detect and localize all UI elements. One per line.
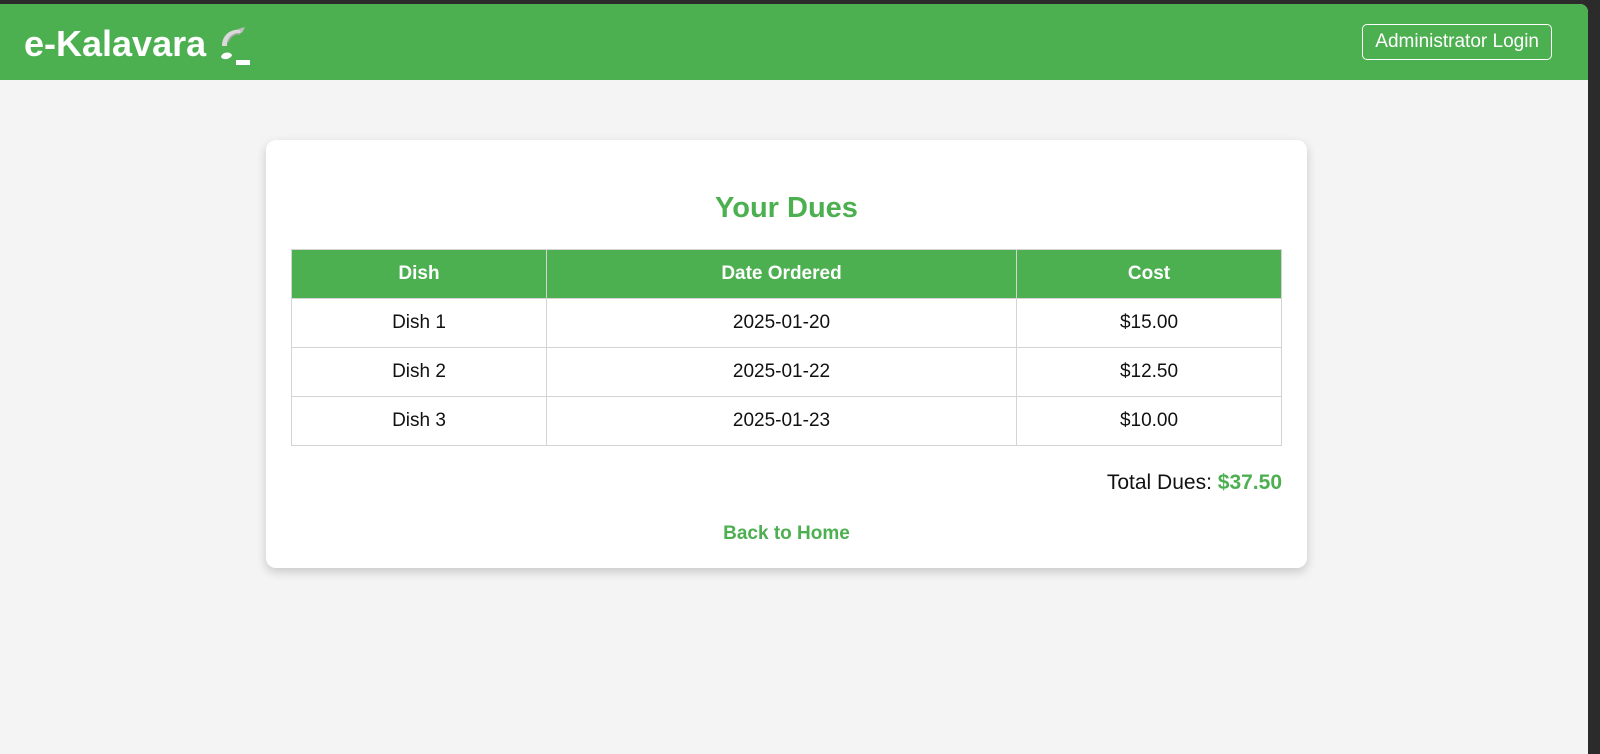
- total-dues: Total Dues: $37.50: [1107, 471, 1282, 495]
- dues-table: Dish Date Ordered Cost Dish 1 2025-01-20…: [291, 249, 1282, 446]
- dish-cell: Dish 1: [291, 298, 547, 348]
- dues-card: Your Dues Dish Date Ordered Cost Dish 1 …: [266, 140, 1307, 568]
- brand-name: e-Kalavara: [24, 23, 207, 64]
- column-header-date-ordered: Date Ordered: [546, 249, 1017, 299]
- column-header-cost: Cost: [1016, 249, 1282, 299]
- brand[interactable]: e-Kalavara: [24, 22, 252, 66]
- app-window: e-Kalavara Administrator Login Your Dues…: [0, 4, 1588, 754]
- top-navbar: e-Kalavara Administrator Login: [0, 4, 1588, 80]
- column-header-dish: Dish: [291, 249, 547, 299]
- table-row: Dish 1 2025-01-20 $15.00: [291, 298, 1282, 348]
- date-cell: 2025-01-20: [546, 298, 1017, 348]
- total-dues-label: Total Dues:: [1106, 471, 1212, 494]
- page-title: Your Dues: [715, 192, 858, 224]
- table-row: Dish 3 2025-01-23 $10.00: [291, 396, 1282, 446]
- dish-cell: Dish 3: [291, 396, 547, 446]
- date-cell: 2025-01-23: [546, 396, 1017, 446]
- administrator-login-button[interactable]: Administrator Login: [1362, 24, 1552, 60]
- dish-cell: Dish 2: [291, 347, 547, 397]
- back-to-home-link[interactable]: Back to Home: [266, 523, 1307, 545]
- date-cell: 2025-01-22: [546, 347, 1017, 397]
- cost-cell: $15.00: [1016, 298, 1282, 348]
- wrapped-food-icon: [221, 27, 251, 65]
- cost-cell: $10.00: [1016, 396, 1282, 446]
- table-row: Dish 2 2025-01-22 $12.50: [291, 347, 1282, 397]
- cost-cell: $12.50: [1016, 347, 1282, 397]
- table-header-row: Dish Date Ordered Cost: [291, 249, 1282, 299]
- total-dues-amount: $37.50: [1217, 471, 1282, 494]
